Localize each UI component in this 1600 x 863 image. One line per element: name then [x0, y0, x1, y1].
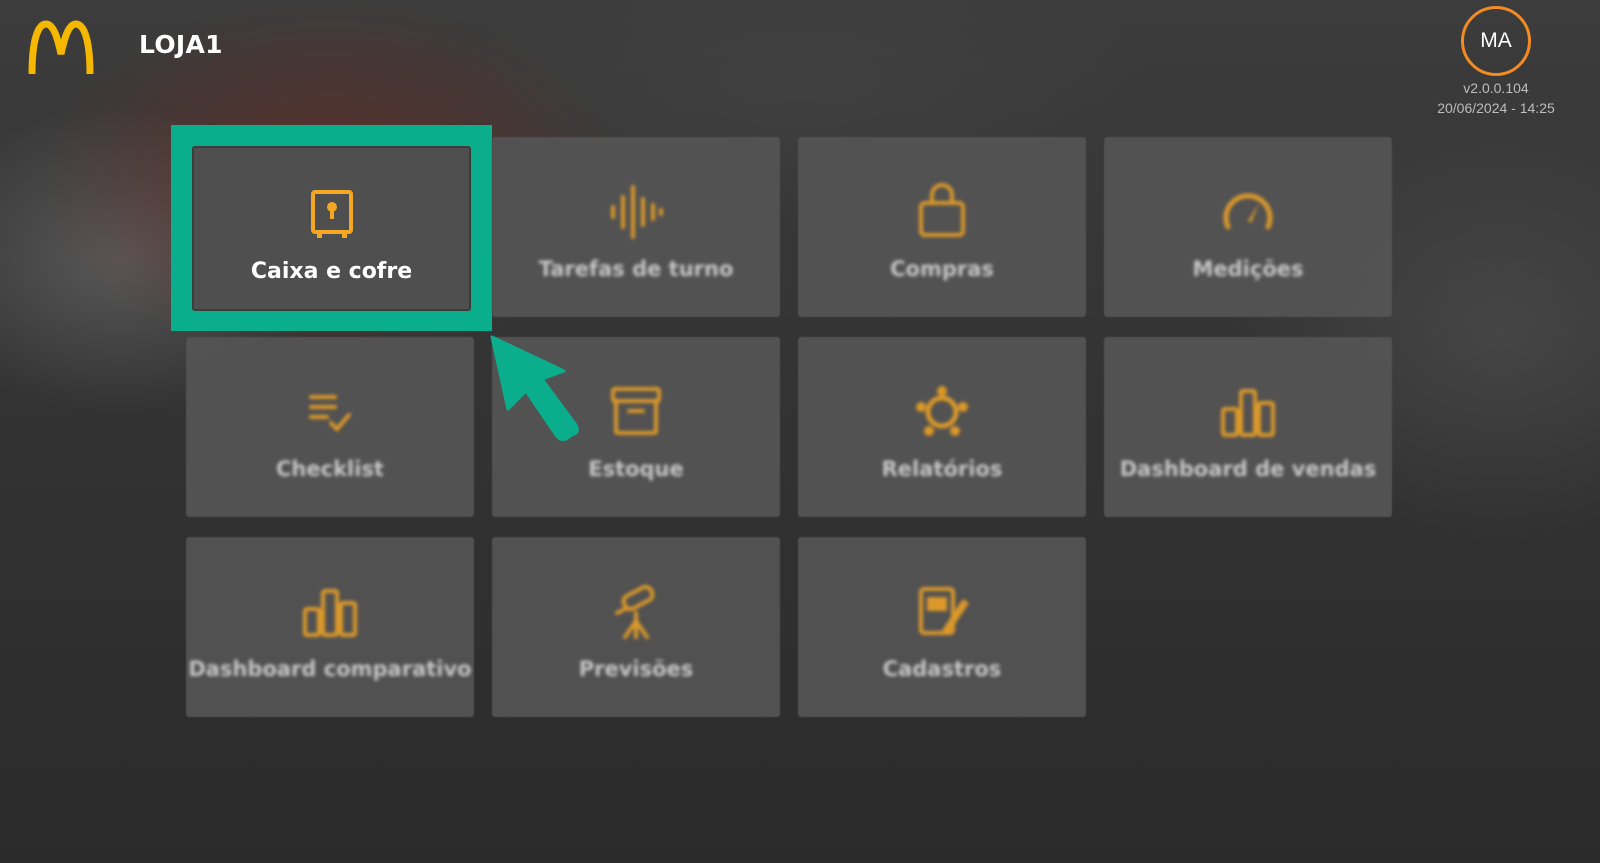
speedometer-icon	[1223, 193, 1273, 230]
cursor-arrow-icon	[490, 335, 579, 441]
tile-cadastros[interactable]: Cadastros	[798, 537, 1086, 717]
tile-label: Caixa e cofre	[250, 259, 413, 284]
mcdonalds-logo-icon	[28, 20, 94, 75]
tile-tarefas-de-turno[interactable]: Tarefas de turno	[492, 137, 780, 317]
tile-label: Estoque	[588, 457, 684, 481]
shopping-bag-icon	[919, 183, 965, 237]
tile-dashboard-comparativo[interactable]: Dashboard comparativo	[186, 537, 474, 717]
tile-checklist[interactable]: Checklist	[186, 337, 474, 517]
bar-chart-icon	[303, 589, 357, 637]
network-icon	[916, 386, 968, 436]
tile-label: Tarefas de turno	[538, 257, 734, 281]
user-avatar[interactable]: MA	[1461, 6, 1531, 76]
tile-medicoes[interactable]: Medições	[1104, 137, 1392, 317]
edit-document-icon	[919, 587, 969, 635]
user-info: MA v2.0.0.104 20/06/2024 - 14:25	[1416, 6, 1576, 118]
app-version: v2.0.0.104	[1463, 80, 1529, 96]
highlight-frame: Caixa e cofre	[171, 125, 492, 331]
telescope-icon	[615, 584, 655, 639]
tile-label: Medições	[1192, 257, 1304, 281]
date-time: 20/06/2024 - 14:25	[1437, 100, 1555, 116]
app-screen: LOJA1 MA v2.0.0.104 20/06/2024 - 14:25 C…	[0, 0, 1600, 863]
tile-relatorios[interactable]: Relatórios	[798, 337, 1086, 517]
tile-label: Previsões	[578, 657, 694, 681]
safe-icon	[310, 190, 353, 238]
tile-dashboard-de-vendas[interactable]: Dashboard de vendas	[1104, 337, 1392, 517]
tile-label: Dashboard comparativo	[188, 657, 472, 681]
tile-compras[interactable]: Compras	[798, 137, 1086, 317]
tile-label: Dashboard de vendas	[1119, 457, 1377, 481]
tile-label: Relatórios	[881, 457, 1003, 481]
archive-box-icon	[611, 387, 661, 435]
tile-caixa-e-cofre[interactable]: Caixa e cofre	[192, 146, 471, 311]
checklist-icon	[309, 395, 351, 432]
tile-previsoes[interactable]: Previsões	[492, 537, 780, 717]
sound-wave-icon	[611, 185, 663, 239]
bar-chart-icon	[1221, 389, 1275, 437]
store-name: LOJA1	[139, 30, 223, 59]
tile-label: Compras	[890, 257, 994, 281]
tile-label: Cadastros	[882, 657, 1002, 681]
tile-label: Checklist	[276, 457, 384, 481]
